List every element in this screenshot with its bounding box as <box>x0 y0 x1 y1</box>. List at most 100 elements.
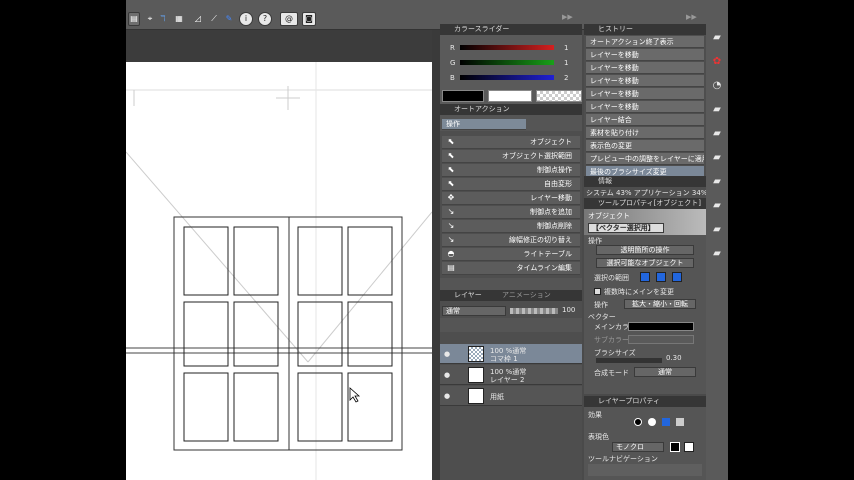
blend-mode-label: 合成モード <box>594 368 629 378</box>
toolbar-arrows[interactable]: ▶▶ <box>562 13 573 21</box>
sub-color-field[interactable] <box>628 335 694 344</box>
tab-layer[interactable]: レイヤー <box>454 291 482 299</box>
history-item[interactable]: レイヤーを移動 <box>586 75 704 87</box>
channel-b-label: B <box>450 74 455 82</box>
grid-icon[interactable]: ▦ <box>172 12 186 26</box>
auto-action-label: オブジェクト <box>530 138 572 146</box>
auto-action-item[interactable]: ⬉自由変形 <box>442 178 580 191</box>
auto-action-item[interactable]: ⬉制御点操作 <box>442 164 580 177</box>
channel-r-value[interactable]: 1 <box>564 44 568 52</box>
auto-action-set[interactable]: 操作 <box>442 119 526 130</box>
spiral-icon[interactable]: @ <box>280 12 298 26</box>
toolbar-arrows-right[interactable]: ▶▶ <box>686 13 697 21</box>
canvas-area[interactable] <box>126 62 432 480</box>
main-color-swatch[interactable] <box>442 90 484 102</box>
channel-r-slider[interactable] <box>460 45 554 50</box>
expression-color-dropdown[interactable]: モノクロ <box>612 442 664 452</box>
channel-g-value[interactable]: 1 <box>564 59 568 67</box>
auto-action-footer <box>440 278 582 290</box>
opacity-value[interactable]: 100 <box>562 306 575 314</box>
effect-icon-3[interactable] <box>662 418 670 426</box>
expression-color-swatch-black[interactable] <box>670 442 680 452</box>
transparent-operation-dropdown[interactable]: 透明箇所の操作 <box>596 245 694 255</box>
pen-icon[interactable]: ✎ <box>224 12 234 26</box>
auto-action-item[interactable]: ▤タイムライン編集 <box>442 262 580 275</box>
camera-icon[interactable]: ◙ <box>302 12 316 26</box>
select-range-icon-1[interactable] <box>640 272 650 282</box>
color-icon[interactable]: ✿ <box>711 56 723 67</box>
history-item[interactable]: 素材を貼り付け <box>586 127 704 139</box>
effect-icon-4[interactable] <box>676 418 684 426</box>
main-color-field[interactable] <box>628 322 694 331</box>
layer-property-panel: レイヤープロパティ 効果 表現色 モノクロ ツールナビゲーション <box>584 396 706 480</box>
folder-icon[interactable]: ▰ <box>711 248 723 259</box>
multi-layer-icon[interactable]: ▤ <box>128 12 140 26</box>
multi-select-checkbox[interactable] <box>594 288 601 295</box>
history-title[interactable]: ヒストリー <box>584 24 706 35</box>
history-item[interactable]: レイヤーを移動 <box>586 49 704 61</box>
auto-action-item[interactable]: ↘制御点削除 <box>442 220 580 233</box>
history-item[interactable]: レイヤー結合 <box>586 114 704 126</box>
history-item[interactable]: 最後のブラシサイズ変更 <box>586 166 704 176</box>
history-item[interactable]: レイヤーを移動 <box>586 88 704 100</box>
folder-icon[interactable]: ▰ <box>711 32 723 43</box>
auto-action-item[interactable]: ↘制御点を追加 <box>442 206 580 219</box>
opacity-slider[interactable] <box>510 308 558 314</box>
auto-action-item[interactable]: ◓ライトテーブル <box>442 248 580 261</box>
expression-color-swatch-white[interactable] <box>684 442 694 452</box>
help-icon[interactable]: ? <box>258 12 272 26</box>
sub-color-swatch[interactable] <box>488 90 532 102</box>
effect-icon-2[interactable] <box>648 418 656 426</box>
transparent-color-swatch[interactable] <box>536 90 582 102</box>
info-title[interactable]: 情報 <box>584 176 706 187</box>
select-range-icon-3[interactable] <box>672 272 682 282</box>
tool-name[interactable]: 【ベクター選択用】 <box>588 223 664 233</box>
eye-icon[interactable]: ● <box>444 371 450 379</box>
folder-icon[interactable]: ▰ <box>711 176 723 187</box>
ruler-snap-icon[interactable]: ℸ <box>156 12 170 26</box>
channel-b-slider[interactable] <box>460 75 554 80</box>
brush-size-value[interactable]: 0.30 <box>666 354 682 362</box>
eye-icon[interactable]: ● <box>444 350 450 358</box>
blend-mode-select[interactable]: 通常 <box>442 306 506 316</box>
ruler-icon[interactable]: ◿ <box>192 12 204 26</box>
history-item[interactable]: プレビュー中の調整をレイヤーに適用 <box>586 153 704 165</box>
folder-icon[interactable]: ▰ <box>711 224 723 235</box>
history-item[interactable]: オートアクション終了表示 <box>586 36 704 48</box>
effect-icon-1[interactable] <box>634 418 642 426</box>
auto-action-item[interactable]: ✥レイヤー移動 <box>442 192 580 205</box>
auto-action-item[interactable]: ↘線幅修正の切り替え <box>442 234 580 247</box>
history-item[interactable]: レイヤーを移動 <box>586 101 704 113</box>
auto-action-item[interactable]: ⬉オブジェクト <box>442 136 580 149</box>
layer-property-title[interactable]: レイヤープロパティ <box>584 396 706 407</box>
tool-nav-bar <box>588 464 702 476</box>
folder-icon[interactable]: ▰ <box>711 104 723 115</box>
auto-action-label: オブジェクト選択範囲 <box>502 152 572 160</box>
folder-icon[interactable]: ▰ <box>711 128 723 139</box>
info-icon[interactable]: i <box>239 12 253 26</box>
canvas-scrollbar[interactable] <box>432 30 440 480</box>
channel-b-value[interactable]: 2 <box>564 74 568 82</box>
auto-action-item[interactable]: ⬉オブジェクト選択範囲 <box>442 150 580 163</box>
layer-row[interactable]: ●100 %通常コマ枠 1 <box>440 344 582 364</box>
color-slider-title[interactable]: カラースライダー <box>440 24 582 35</box>
speech-icon[interactable]: ◔ <box>711 80 723 91</box>
folder-icon[interactable]: ▰ <box>711 152 723 163</box>
history-item[interactable]: レイヤーを移動 <box>586 62 704 74</box>
blend-mode-dropdown[interactable]: 通常 <box>634 367 696 377</box>
channel-g-slider[interactable] <box>460 60 554 65</box>
auto-action-title[interactable]: オートアクション <box>440 104 582 115</box>
layer-row[interactable]: ●用紙 <box>440 386 582 406</box>
tab-animation[interactable]: アニメーション <box>502 291 551 299</box>
tool-property-title[interactable]: ツールプロパティ[オブジェクト] <box>584 198 706 209</box>
history-item[interactable]: 表示色の変更 <box>586 140 704 152</box>
brush-size-slider[interactable] <box>596 358 662 363</box>
operation-dropdown[interactable]: 拡大・縮小・回転 <box>624 299 696 309</box>
snap-icon[interactable]: ⌖ <box>144 12 156 26</box>
layer-row[interactable]: ●100 %通常レイヤー 2 <box>440 365 582 385</box>
selectable-object-dropdown[interactable]: 選択可能なオブジェクト <box>596 258 694 268</box>
eye-icon[interactable]: ● <box>444 392 450 400</box>
perspective-icon[interactable]: ⟋ <box>208 12 220 26</box>
select-range-icon-2[interactable] <box>656 272 666 282</box>
folder-icon[interactable]: ▰ <box>711 200 723 211</box>
